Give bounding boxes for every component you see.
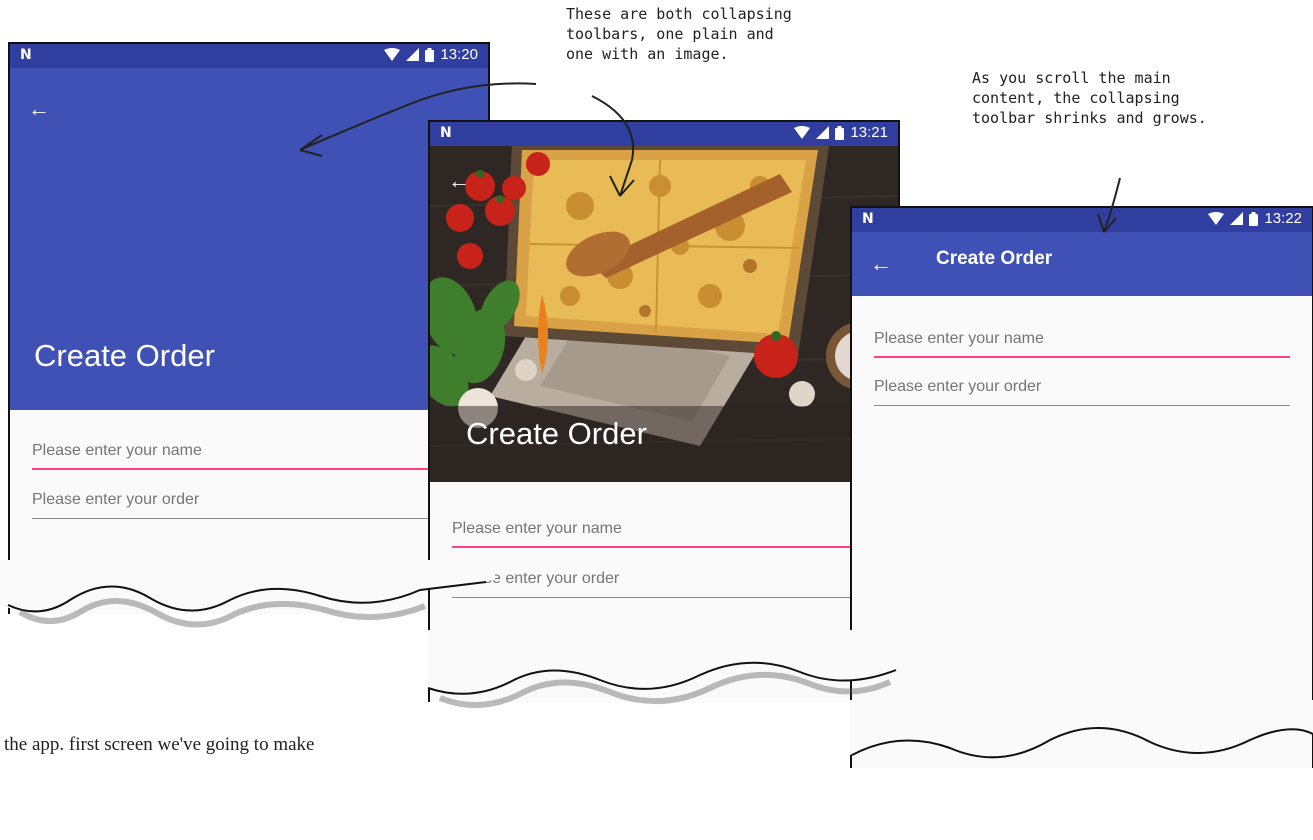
name-field[interactable]: [452, 514, 876, 548]
wifi-icon: [384, 48, 401, 61]
lasagna-image: ← Create Order: [430, 146, 898, 482]
wifi-icon: [794, 126, 811, 139]
status-time: 13:22: [1264, 210, 1302, 227]
status-bar: N 13:21: [430, 122, 898, 146]
phone-screen-collapsed-toolbar: N 13:22 ← Create Order: [850, 206, 1313, 768]
back-arrow-icon[interactable]: ←: [28, 98, 50, 120]
order-field[interactable]: [874, 372, 1290, 406]
order-underline: [32, 518, 466, 519]
order-input[interactable]: [32, 485, 466, 515]
name-field[interactable]: [32, 436, 466, 470]
battery-icon: [835, 125, 845, 140]
note-scroll-behavior: As you scroll the main content, the coll…: [972, 69, 1207, 127]
android-n-logo: N: [20, 47, 32, 63]
android-n-logo: N: [440, 125, 452, 141]
battery-icon: [1249, 211, 1259, 226]
name-input[interactable]: [874, 324, 1290, 354]
toolbar-title: Create Order: [34, 338, 215, 373]
toolbar-title: Create Order: [936, 248, 1053, 269]
name-underline: [32, 468, 466, 470]
bottom-caption: the app. first screen we've going to mak…: [4, 734, 315, 755]
status-time: 13:20: [440, 46, 478, 63]
order-underline: [452, 597, 876, 598]
back-arrow-icon[interactable]: ←: [448, 170, 470, 192]
order-underline: [874, 405, 1290, 406]
order-input[interactable]: [452, 564, 876, 594]
status-bar: N 13:22: [852, 208, 1312, 232]
wifi-icon: [1208, 212, 1225, 225]
android-n-logo: N: [862, 211, 874, 227]
status-time: 13:21: [850, 124, 888, 141]
name-underline: [874, 356, 1290, 358]
name-input[interactable]: [452, 514, 876, 544]
name-underline: [452, 546, 876, 548]
order-field[interactable]: [452, 564, 876, 598]
order-input[interactable]: [874, 372, 1290, 402]
name-field[interactable]: [874, 324, 1290, 358]
note-collapsing-toolbars: These are both collapsing toolbars, one …: [566, 5, 792, 63]
status-bar: N 13:20: [10, 44, 488, 68]
signal-icon: [406, 48, 420, 61]
toolbar-title: Create Order: [466, 416, 647, 451]
battery-icon: [425, 47, 435, 62]
signal-icon: [816, 126, 830, 139]
collapsing-toolbar: ← Create Order: [10, 68, 488, 410]
order-field[interactable]: [32, 485, 466, 519]
signal-icon: [1230, 212, 1244, 225]
name-input[interactable]: [32, 436, 466, 466]
phone-screen-image-toolbar: N 13:21 ← Create Order Please enter your…: [428, 120, 900, 702]
collapsed-toolbar: ← Create Order: [852, 232, 1312, 296]
back-arrow-icon[interactable]: ←: [870, 253, 892, 275]
phone-screen-plain-toolbar: N 13:20 ← Create Order: [8, 42, 490, 614]
